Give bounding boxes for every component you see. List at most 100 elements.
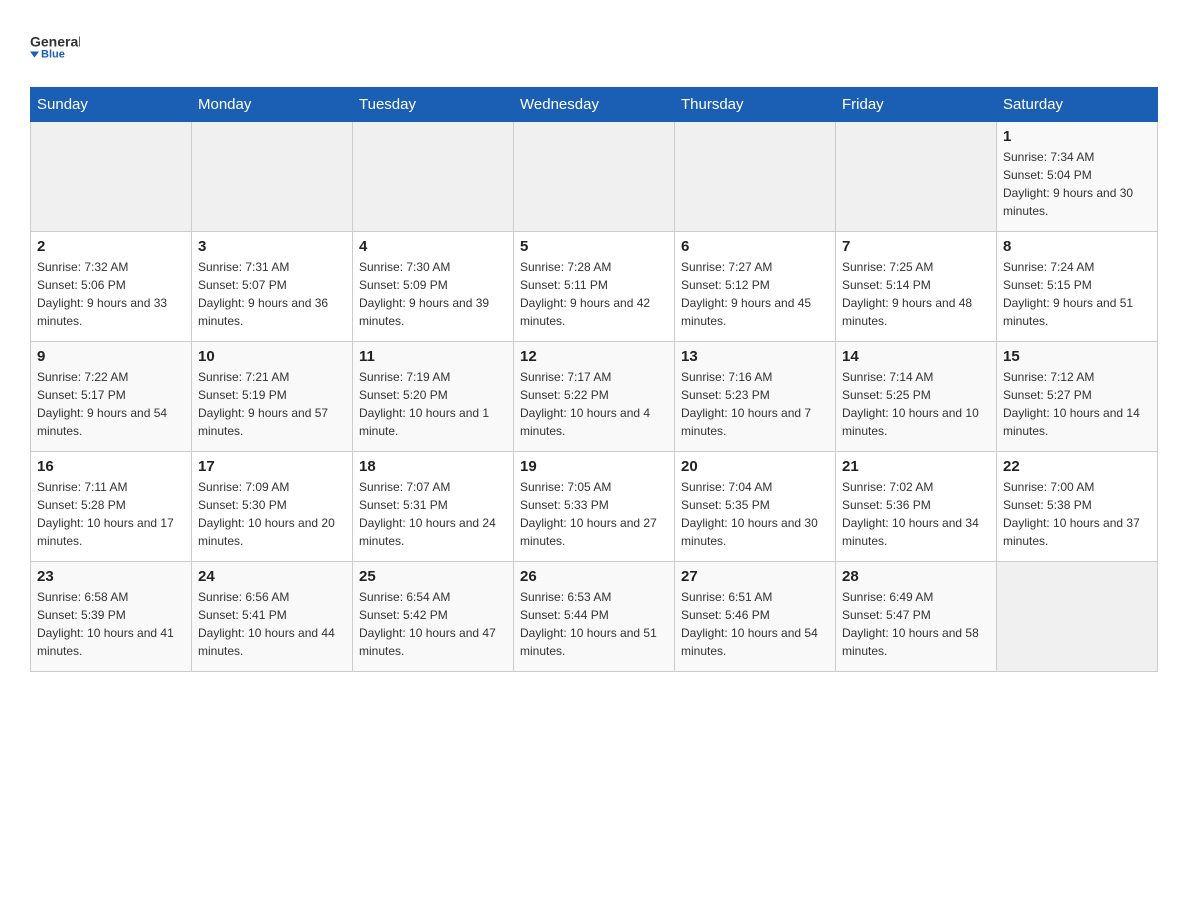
svg-text:General: General — [30, 34, 80, 50]
weekday-header-sunday: Sunday — [31, 88, 192, 122]
day-info: Sunrise: 6:58 AM Sunset: 5:39 PM Dayligh… — [37, 588, 185, 660]
day-number: 3 — [198, 238, 346, 255]
day-info: Sunrise: 6:54 AM Sunset: 5:42 PM Dayligh… — [359, 588, 507, 660]
day-cell: 28 Sunrise: 6:49 AM Sunset: 5:47 PM Dayli… — [836, 562, 997, 672]
day-info: Sunrise: 7:31 AM Sunset: 5:07 PM Dayligh… — [198, 258, 346, 330]
day-cell: 19 Sunrise: 7:05 AM Sunset: 5:33 PM Dayli… — [514, 452, 675, 562]
day-cell — [353, 122, 514, 232]
day-info: Sunrise: 7:34 AM Sunset: 5:04 PM Dayligh… — [1003, 148, 1151, 220]
day-number: 8 — [1003, 238, 1151, 255]
weekday-header-wednesday: Wednesday — [514, 88, 675, 122]
day-number: 17 — [198, 458, 346, 475]
day-number: 14 — [842, 348, 990, 365]
week-row-5: 23 Sunrise: 6:58 AM Sunset: 5:39 PM Dayli… — [31, 562, 1158, 672]
day-cell: 2Sunrise: 7:32 AM Sunset: 5:06 PM Daylig… — [31, 232, 192, 342]
day-info: Sunrise: 7:09 AM Sunset: 5:30 PM Dayligh… — [198, 478, 346, 550]
day-cell — [675, 122, 836, 232]
day-info: Sunrise: 7:19 AM Sunset: 5:20 PM Dayligh… — [359, 368, 507, 440]
day-cell: 3 Sunrise: 7:31 AM Sunset: 5:07 PM Daylig… — [192, 232, 353, 342]
day-info: Sunrise: 6:49 AM Sunset: 5:47 PM Dayligh… — [842, 588, 990, 660]
day-number: 25 — [359, 568, 507, 585]
day-cell: 13 Sunrise: 7:16 AM Sunset: 5:23 PM Dayli… — [675, 342, 836, 452]
day-cell: 6 Sunrise: 7:27 AM Sunset: 5:12 PM Daylig… — [675, 232, 836, 342]
day-number: 24 — [198, 568, 346, 585]
day-number: 1 — [1003, 128, 1151, 145]
day-number: 16 — [37, 458, 185, 475]
day-number: 10 — [198, 348, 346, 365]
day-number: 4 — [359, 238, 507, 255]
day-cell: 10 Sunrise: 7:21 AM Sunset: 5:19 PM Dayli… — [192, 342, 353, 452]
day-cell: 14 Sunrise: 7:14 AM Sunset: 5:25 PM Dayli… — [836, 342, 997, 452]
week-row-2: 2Sunrise: 7:32 AM Sunset: 5:06 PM Daylig… — [31, 232, 1158, 342]
day-cell: 11 Sunrise: 7:19 AM Sunset: 5:20 PM Dayli… — [353, 342, 514, 452]
day-number: 21 — [842, 458, 990, 475]
day-info: Sunrise: 7:12 AM Sunset: 5:27 PM Dayligh… — [1003, 368, 1151, 440]
day-info: Sunrise: 6:53 AM Sunset: 5:44 PM Dayligh… — [520, 588, 668, 660]
day-info: Sunrise: 7:05 AM Sunset: 5:33 PM Dayligh… — [520, 478, 668, 550]
day-number: 26 — [520, 568, 668, 585]
day-cell: 12 Sunrise: 7:17 AM Sunset: 5:22 PM Dayli… — [514, 342, 675, 452]
day-info: Sunrise: 6:51 AM Sunset: 5:46 PM Dayligh… — [681, 588, 829, 660]
day-number: 5 — [520, 238, 668, 255]
day-number: 23 — [37, 568, 185, 585]
weekday-header-tuesday: Tuesday — [353, 88, 514, 122]
week-row-3: 9Sunrise: 7:22 AM Sunset: 5:17 PM Daylig… — [31, 342, 1158, 452]
day-number: 28 — [842, 568, 990, 585]
calendar-table: SundayMondayTuesdayWednesdayThursdayFrid… — [30, 87, 1158, 672]
day-info: Sunrise: 7:27 AM Sunset: 5:12 PM Dayligh… — [681, 258, 829, 330]
day-info: Sunrise: 7:11 AM Sunset: 5:28 PM Dayligh… — [37, 478, 185, 550]
day-info: Sunrise: 7:04 AM Sunset: 5:35 PM Dayligh… — [681, 478, 829, 550]
weekday-header-friday: Friday — [836, 88, 997, 122]
day-number: 7 — [842, 238, 990, 255]
day-number: 15 — [1003, 348, 1151, 365]
day-cell: 20 Sunrise: 7:04 AM Sunset: 5:35 PM Dayli… — [675, 452, 836, 562]
logo-svg: General Blue — [30, 20, 80, 75]
day-number: 6 — [681, 238, 829, 255]
logo: General Blue — [30, 20, 80, 75]
day-number: 12 — [520, 348, 668, 365]
week-row-4: 16 Sunrise: 7:11 AM Sunset: 5:28 PM Dayli… — [31, 452, 1158, 562]
day-cell: 17 Sunrise: 7:09 AM Sunset: 5:30 PM Dayli… — [192, 452, 353, 562]
day-cell: 21 Sunrise: 7:02 AM Sunset: 5:36 PM Dayli… — [836, 452, 997, 562]
day-cell: 4 Sunrise: 7:30 AM Sunset: 5:09 PM Daylig… — [353, 232, 514, 342]
day-cell: 18 Sunrise: 7:07 AM Sunset: 5:31 PM Dayli… — [353, 452, 514, 562]
day-info: Sunrise: 7:07 AM Sunset: 5:31 PM Dayligh… — [359, 478, 507, 550]
day-number: 13 — [681, 348, 829, 365]
day-info: Sunrise: 7:14 AM Sunset: 5:25 PM Dayligh… — [842, 368, 990, 440]
day-cell: 9Sunrise: 7:22 AM Sunset: 5:17 PM Daylig… — [31, 342, 192, 452]
day-cell: 23 Sunrise: 6:58 AM Sunset: 5:39 PM Dayli… — [31, 562, 192, 672]
week-row-1: 1 Sunrise: 7:34 AM Sunset: 5:04 PM Daylig… — [31, 122, 1158, 232]
day-info: Sunrise: 7:02 AM Sunset: 5:36 PM Dayligh… — [842, 478, 990, 550]
day-number: 2 — [37, 238, 185, 255]
day-number: 9 — [37, 348, 185, 365]
day-cell — [836, 122, 997, 232]
weekday-header-row: SundayMondayTuesdayWednesdayThursdayFrid… — [31, 88, 1158, 122]
page-header: General Blue — [30, 20, 1158, 75]
weekday-header-thursday: Thursday — [675, 88, 836, 122]
day-cell: 15 Sunrise: 7:12 AM Sunset: 5:27 PM Dayli… — [997, 342, 1158, 452]
day-number: 19 — [520, 458, 668, 475]
day-number: 20 — [681, 458, 829, 475]
day-info: Sunrise: 7:24 AM Sunset: 5:15 PM Dayligh… — [1003, 258, 1151, 330]
day-cell — [192, 122, 353, 232]
day-info: Sunrise: 7:25 AM Sunset: 5:14 PM Dayligh… — [842, 258, 990, 330]
calendar-body: 1 Sunrise: 7:34 AM Sunset: 5:04 PM Daylig… — [31, 122, 1158, 672]
day-cell: 7 Sunrise: 7:25 AM Sunset: 5:14 PM Daylig… — [836, 232, 997, 342]
day-number: 27 — [681, 568, 829, 585]
svg-text:Blue: Blue — [41, 49, 65, 61]
day-cell: 26 Sunrise: 6:53 AM Sunset: 5:44 PM Dayli… — [514, 562, 675, 672]
day-number: 18 — [359, 458, 507, 475]
day-number: 11 — [359, 348, 507, 365]
day-cell: 22 Sunrise: 7:00 AM Sunset: 5:38 PM Dayli… — [997, 452, 1158, 562]
day-cell: 25 Sunrise: 6:54 AM Sunset: 5:42 PM Dayli… — [353, 562, 514, 672]
day-info: Sunrise: 7:17 AM Sunset: 5:22 PM Dayligh… — [520, 368, 668, 440]
day-info: Sunrise: 7:21 AM Sunset: 5:19 PM Dayligh… — [198, 368, 346, 440]
day-cell — [514, 122, 675, 232]
day-info: Sunrise: 7:30 AM Sunset: 5:09 PM Dayligh… — [359, 258, 507, 330]
day-cell: 5Sunrise: 7:28 AM Sunset: 5:11 PM Daylig… — [514, 232, 675, 342]
day-number: 22 — [1003, 458, 1151, 475]
weekday-header-saturday: Saturday — [997, 88, 1158, 122]
day-info: Sunrise: 7:16 AM Sunset: 5:23 PM Dayligh… — [681, 368, 829, 440]
calendar-header: SundayMondayTuesdayWednesdayThursdayFrid… — [31, 88, 1158, 122]
day-info: Sunrise: 7:00 AM Sunset: 5:38 PM Dayligh… — [1003, 478, 1151, 550]
